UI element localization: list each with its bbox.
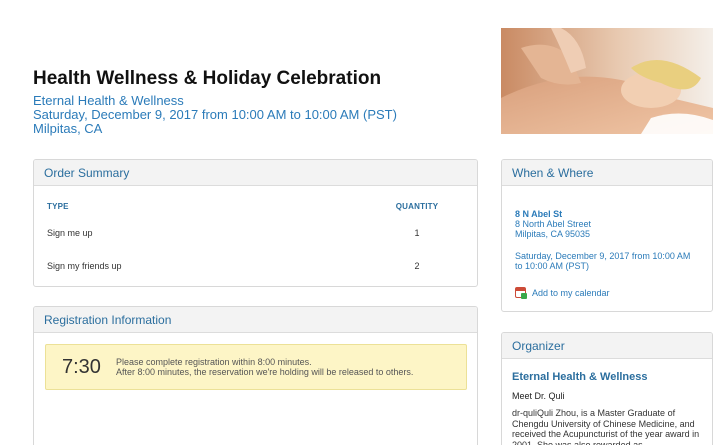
add-to-calendar-link[interactable]: Add to my calendar — [515, 287, 699, 299]
order-summary-panel: Order Summary TYPE QUANTITY Sign me up 1… — [33, 159, 478, 287]
registration-heading: Registration Information — [34, 307, 477, 333]
ticket-quantity: 1 — [414, 228, 420, 238]
venue-city[interactable]: Milpitas, CA 95035 — [515, 229, 699, 239]
ticket-type: Sign me up — [47, 228, 93, 238]
event-datetime: Saturday, December 9, 2017 from 10:00 AM… — [33, 107, 397, 122]
table-row: Sign my friends up 2 — [34, 255, 477, 286]
organizer-bio: dr-quliQuli Zhou, is a Master Graduate o… — [512, 408, 700, 445]
ticket-quantity: 2 — [414, 261, 420, 271]
organizer-subtitle: Meet Dr. Quli — [512, 391, 565, 401]
add-to-calendar-label[interactable]: Add to my calendar — [532, 288, 610, 298]
event-location: Milpitas, CA — [33, 121, 103, 136]
when-where-panel: When & Where 8 N Abel St 8 North Abel St… — [501, 159, 713, 312]
massage-image — [501, 28, 713, 134]
timer-message-line1: Please complete registration within 8:00… — [116, 357, 312, 367]
col-quantity: QUANTITY — [395, 202, 439, 211]
when-where-heading: When & Where — [502, 160, 712, 186]
organizer-name[interactable]: Eternal Health & Wellness — [502, 359, 712, 383]
col-type: TYPE — [47, 202, 69, 211]
calendar-icon — [515, 287, 527, 299]
venue-street[interactable]: 8 North Abel Street — [515, 219, 699, 229]
organizer-link[interactable]: Eternal Health & Wellness — [33, 94, 473, 108]
order-summary-heading: Order Summary — [34, 160, 477, 186]
countdown-timer: 7:30 — [62, 356, 101, 378]
timer-notice: 7:30 Please complete registration within… — [45, 344, 467, 390]
event-hero-image — [501, 28, 713, 134]
registration-panel: Registration Information 7:30 Please com… — [33, 306, 478, 445]
when-datetime: Saturday, December 9, 2017 from 10:00 AM… — [515, 251, 691, 271]
order-table: TYPE QUANTITY Sign me up 1 Sign my frien… — [34, 198, 477, 286]
organizer-heading: Organizer — [502, 333, 712, 359]
event-header: Health Wellness & Holiday Celebration Et… — [33, 68, 473, 136]
ticket-type: Sign my friends up — [47, 261, 122, 271]
event-title: Health Wellness & Holiday Celebration — [33, 68, 382, 89]
table-row: Sign me up 1 — [34, 222, 477, 255]
organizer-panel: Organizer Eternal Health & Wellness Meet… — [501, 332, 713, 445]
timer-message: Please complete registration within 8:00… — [116, 357, 413, 377]
venue-name[interactable]: 8 N Abel St — [515, 209, 699, 219]
timer-message-line2: After 8:00 minutes, the reservation we'r… — [116, 367, 414, 377]
